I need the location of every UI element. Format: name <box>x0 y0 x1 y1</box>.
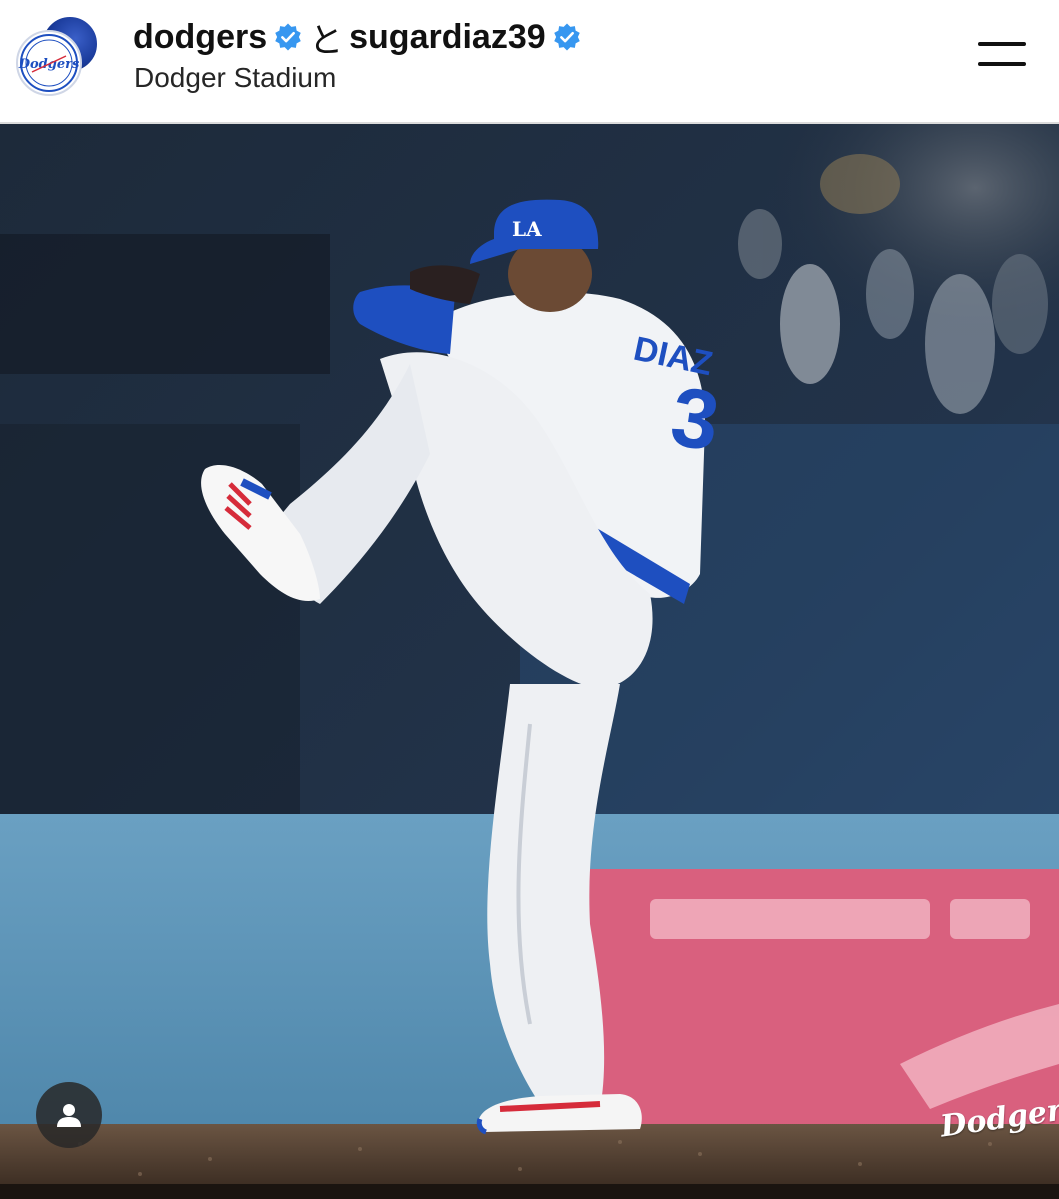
dodgers-logo-icon: Dodgers <box>18 34 80 92</box>
account-name-sugardiaz39[interactable]: sugardiaz39 <box>349 18 546 57</box>
account-title: dodgers と sugardiaz39 <box>133 15 582 60</box>
cap-logo: LA <box>512 217 542 241</box>
menu-button[interactable] <box>972 36 1030 76</box>
dodgers-avatar[interactable]: Dodgers <box>16 30 82 96</box>
collab-avatars[interactable]: Dodgers <box>16 14 106 100</box>
menu-line-icon <box>978 42 1026 46</box>
feed-divider <box>0 1184 1059 1199</box>
post-photo[interactable]: DIAZ 3 LA Dodgers <box>0 124 1059 1184</box>
collab-connector: と <box>309 21 344 60</box>
pitcher-photo: DIAZ 3 LA <box>0 124 1059 1184</box>
tagged-people-button[interactable] <box>36 1082 102 1148</box>
account-name-dodgers[interactable]: dodgers <box>133 18 267 57</box>
location-link[interactable]: Dodger Stadium <box>134 62 336 94</box>
verified-badge-icon <box>275 23 301 51</box>
person-icon <box>57 1104 81 1127</box>
post-header: Dodgers dodgers と sugardiaz39 Dodger Sta… <box>0 0 1059 124</box>
menu-line-icon <box>978 62 1026 66</box>
verified-badge-icon <box>553 23 580 51</box>
